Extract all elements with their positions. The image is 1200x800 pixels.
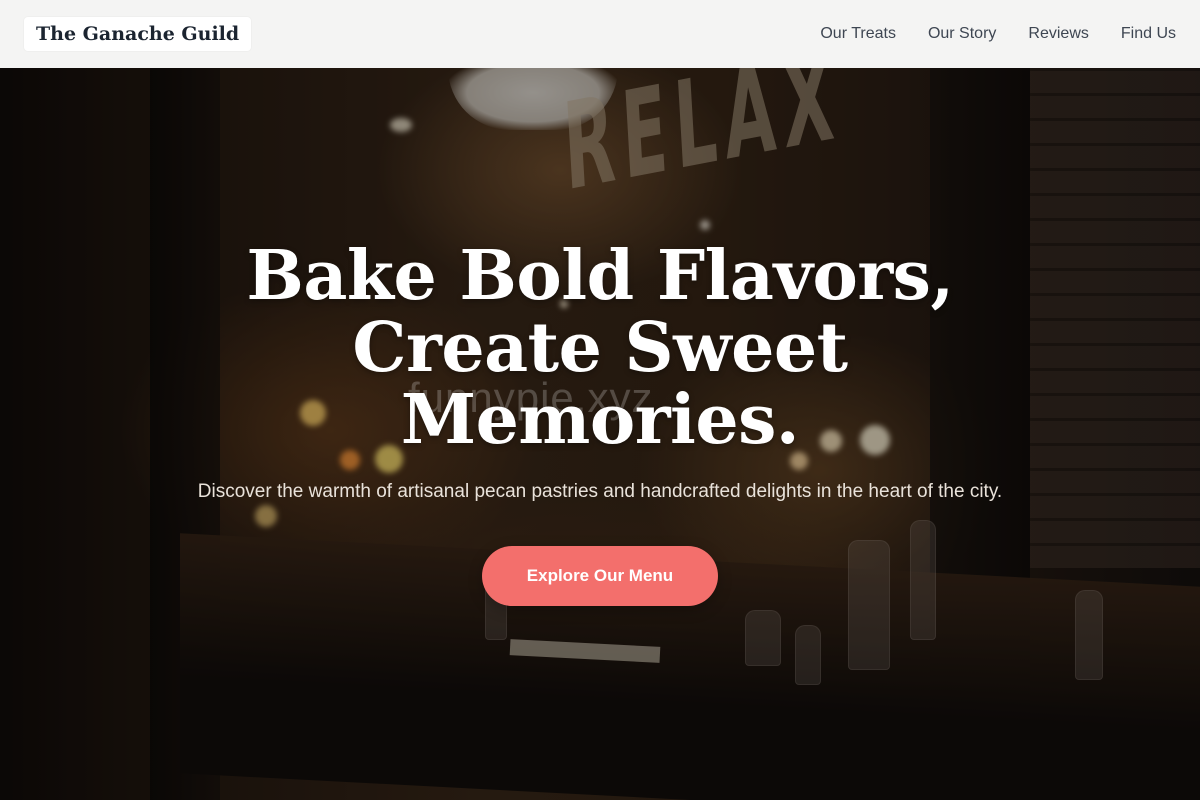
brand-logo[interactable]: The Ganache Guild: [24, 17, 252, 51]
nav-link-reviews[interactable]: Reviews: [1028, 25, 1088, 43]
hero-tagline: Discover the warmth of artisanal pecan p…: [197, 481, 1003, 502]
nav-links: Our Treats Our Story Reviews Find Us: [820, 25, 1176, 43]
hero-content: Bake Bold Flavors, Create Sweet Memories…: [0, 240, 1200, 606]
nav-link-find-us[interactable]: Find Us: [1121, 25, 1176, 43]
top-navigation-bar: The Ganache Guild Our Treats Our Story R…: [0, 0, 1200, 68]
explore-menu-button[interactable]: Explore Our Menu: [482, 546, 718, 606]
nav-link-our-treats[interactable]: Our Treats: [820, 25, 896, 43]
hero-headline: Bake Bold Flavors, Create Sweet Memories…: [246, 236, 954, 460]
nav-link-our-story[interactable]: Our Story: [928, 25, 996, 43]
